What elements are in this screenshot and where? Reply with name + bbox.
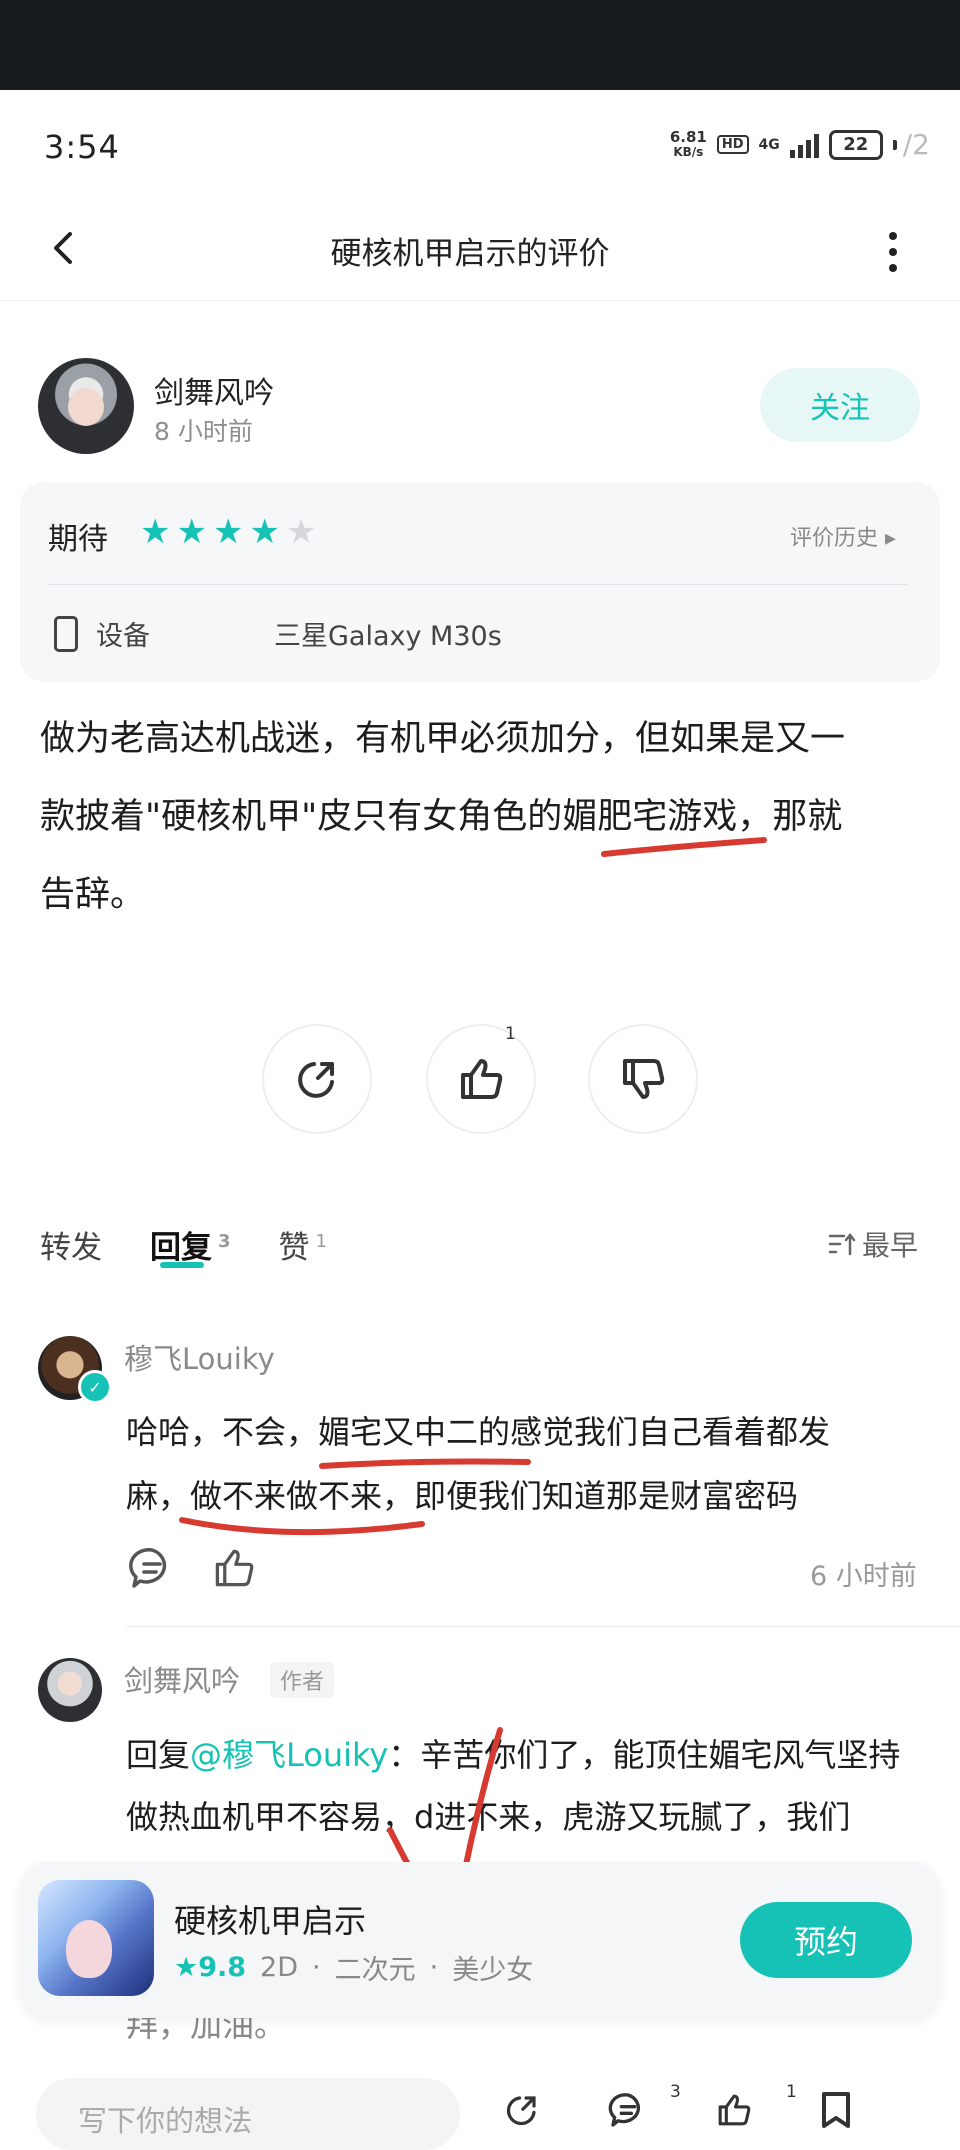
- game-icon[interactable]: [38, 1880, 154, 1996]
- phone-icon: [54, 616, 78, 652]
- game-score: ★9.8: [174, 1952, 247, 1983]
- rating-history-link[interactable]: 评价历史 ▸: [790, 520, 896, 552]
- review-line: 款披着"硬核机甲"皮只有女角色的媚肥宅游戏，那就: [40, 797, 843, 837]
- more-options-icon[interactable]: [880, 232, 906, 272]
- star-icon: ★: [285, 512, 317, 552]
- annotation-underline: [179, 1517, 425, 1536]
- follow-button[interactable]: 关注: [760, 368, 920, 442]
- reply-prefix: 回复: [126, 1736, 191, 1774]
- dislike-button[interactable]: [588, 1024, 698, 1134]
- page-title: 硬核机甲启示的评价: [330, 236, 610, 272]
- game-tag: 二次元: [334, 1955, 416, 1986]
- game-tag: 美少女: [452, 1955, 534, 1986]
- share-icon[interactable]: [498, 2090, 546, 2130]
- share-icon: [298, 1062, 334, 1098]
- card-divider: [48, 584, 908, 585]
- thumbs-up-icon[interactable]: [210, 1544, 258, 1592]
- thumbs-up-icon: [461, 1059, 503, 1099]
- game-meta: ★9.8 2D · 二次元 · 美少女: [174, 1948, 533, 1987]
- game-name[interactable]: 硬核机甲启示: [174, 1896, 366, 1942]
- battery-tip: [892, 139, 897, 150]
- reply-tabs: 转发 回复 3 赞1: [40, 1222, 375, 1267]
- tag-separator: ·: [312, 1952, 321, 1983]
- sort-button[interactable]: 最早: [828, 1224, 918, 1264]
- commenter-name[interactable]: 剑舞风吟: [124, 1658, 240, 1700]
- network-type: 4G: [758, 136, 780, 153]
- thumbs-down-icon: [623, 1059, 665, 1099]
- mention-link[interactable]: @穆飞Louiky: [190, 1736, 388, 1774]
- tag-separator: ·: [429, 1952, 439, 1983]
- net-speed: 6.81 KB/s: [669, 127, 707, 160]
- post-time: 8 小时前: [154, 417, 253, 446]
- commenter-name[interactable]: 穆飞Louiky: [124, 1336, 275, 1378]
- tab-replies[interactable]: 回复 3: [150, 1222, 231, 1267]
- tab-label: 转发: [40, 1230, 102, 1266]
- author-badge: 作者: [270, 1662, 335, 1698]
- sort-icon: [828, 1232, 856, 1256]
- rating-label: 期待: [48, 522, 108, 557]
- reply-icon[interactable]: [604, 2090, 652, 2130]
- tab-count: 1: [315, 1230, 327, 1252]
- star-icon: ★: [176, 512, 207, 552]
- active-tab-indicator: [160, 1262, 204, 1268]
- tab-forward[interactable]: 转发: [40, 1222, 102, 1267]
- top-dark-band: [0, 0, 960, 90]
- reserve-button[interactable]: 预约: [740, 1902, 912, 1978]
- star-icon: ★: [249, 512, 280, 552]
- tab-label: 回复: [150, 1230, 212, 1266]
- battery-extra: /2: [902, 128, 930, 161]
- signal-icon: [789, 132, 819, 158]
- tab-label: 赞: [278, 1230, 310, 1266]
- share-button[interactable]: [262, 1024, 372, 1134]
- bookmark-icon[interactable]: [816, 2090, 856, 2130]
- comment-actions: [128, 1544, 258, 1592]
- status-time: 3:54: [44, 128, 120, 166]
- annotation-underline: [601, 837, 767, 857]
- verified-icon: ✓: [78, 1370, 112, 1404]
- star-icon: ★: [140, 512, 171, 552]
- bottom-like-count: 1: [786, 2082, 797, 2102]
- commenter-avatar[interactable]: [38, 1658, 102, 1722]
- device-label: 设备: [96, 621, 150, 652]
- author-name[interactable]: 剑舞风吟: [154, 368, 274, 412]
- comment-divider: [126, 1626, 960, 1627]
- reply-icon[interactable]: [128, 1544, 176, 1592]
- comment-time: 6 小时前: [810, 1561, 917, 1592]
- review-text: 做为老高达机战迷，有机甲必须加分，但如果是又一 款披着"硬核机甲"皮只有女角色的…: [40, 700, 920, 934]
- battery-level: 22: [843, 134, 869, 155]
- like-count: 1: [505, 1024, 516, 1044]
- comment-input-placeholder: 写下你的想法: [78, 2104, 253, 2138]
- star-icon: ★: [212, 512, 244, 552]
- tab-count: 3: [218, 1230, 231, 1252]
- annotation-underline: [319, 1458, 531, 1469]
- tab-likes[interactable]: 赞1: [279, 1222, 327, 1267]
- like-button[interactable]: [426, 1024, 536, 1134]
- game-tag: 2D: [260, 1952, 299, 1983]
- net-speed-value: 6.81: [669, 127, 707, 146]
- review-line: 做为老高达机战迷，有机甲必须加分，但如果是又一: [40, 719, 846, 759]
- review-line: 告辞。: [40, 875, 146, 915]
- device-value: 三星Galaxy M30s: [274, 621, 502, 652]
- status-indicators: 6.81 KB/s HD 4G 22 /2: [670, 128, 930, 161]
- hd-icon: HD: [716, 135, 749, 154]
- net-speed-unit: KB/s: [673, 144, 704, 159]
- thumbs-up-icon[interactable]: [710, 2090, 758, 2130]
- battery-icon: 22: [828, 129, 883, 160]
- author-avatar[interactable]: [38, 358, 134, 454]
- comment-count: 3: [670, 2082, 681, 2102]
- star-rating: ★ ★ ★ ★ ★: [140, 512, 316, 552]
- sort-label: 最早: [862, 1229, 919, 1262]
